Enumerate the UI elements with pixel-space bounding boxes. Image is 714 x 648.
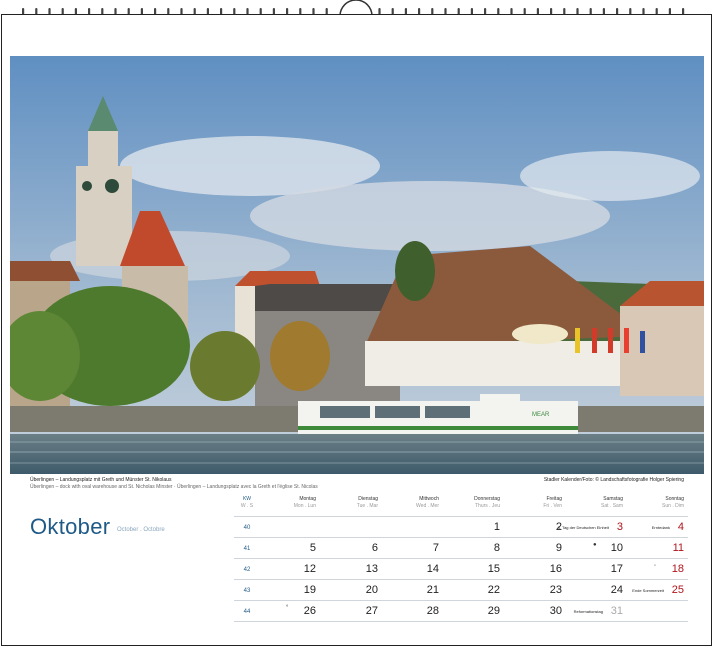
weekday-header: Donnerstag Thurs . Jeu: [440, 496, 500, 516]
week-row: 40 1 2 3 3. Tag der Deutschen Einheit 4 Ernted…: [234, 516, 688, 538]
day-cell[interactable]: 8: [464, 542, 500, 554]
boat-name: MEAR: [532, 412, 550, 418]
weekday-translation: Fri . Ven: [543, 503, 562, 509]
day-cell[interactable]: 21: [403, 584, 439, 596]
weekday-name: Mittwoch: [419, 496, 439, 502]
moon-phase-icon: °: [286, 605, 289, 611]
week-row: 42 12 13 14 15 16 17 18: [234, 558, 688, 580]
weekday-header: Dienstag Tue . Mar: [318, 496, 378, 516]
day-cell[interactable]: 12: [280, 563, 316, 575]
weekday-header: Samstag Sat . Sam: [563, 496, 623, 516]
day-cell[interactable]: 13: [342, 563, 378, 575]
day-cell[interactable]: 11: [648, 542, 684, 554]
day-cell[interactable]: 27: [342, 605, 378, 617]
day-cell[interactable]: 14: [403, 563, 439, 575]
weekday-header: Freitag Fri . Ven: [502, 496, 562, 516]
moon-phase-icon: ●: [593, 542, 597, 548]
moon-phase-icon: ◦: [654, 563, 657, 569]
day-cell[interactable]: 5: [280, 542, 316, 554]
caption-translation: Überlingen – dock with oval warehouse an…: [30, 484, 318, 490]
week-row: 44 26 27 28 29 30 31 Reformationstag: [234, 600, 688, 622]
weekday-name: Dienstag: [358, 496, 378, 502]
day-cell[interactable]: 19: [280, 584, 316, 596]
weekday-name: Montag: [299, 496, 316, 502]
month-subtitle: October . Octobre: [117, 527, 165, 533]
weekday-name: Donnerstag: [474, 496, 500, 502]
weekday-name: Samstag: [603, 496, 623, 502]
holiday-note: Erntedank: [651, 525, 670, 530]
day-cell[interactable]: 20: [342, 584, 378, 596]
weekday-name: Freitag: [546, 496, 562, 502]
month-title: Oktober: [30, 514, 111, 539]
day-cell[interactable]: 1: [464, 521, 500, 533]
week-row: 41 5 6 7 8 9 10 11: [234, 537, 688, 559]
weekday-translation: Sat . Sam: [601, 503, 623, 509]
day-cell[interactable]: 7: [403, 542, 439, 554]
week-number: 43: [243, 588, 251, 594]
grid-bottom-rule: [234, 621, 688, 622]
weekday-translation: Sun . Dim: [662, 503, 684, 509]
calendar-photo: MEAR: [10, 56, 704, 474]
weekday-header: Montag Mon . Lun: [256, 496, 316, 516]
holiday-note: Ende Sommerzeit: [632, 588, 664, 593]
day-cell[interactable]: 16: [526, 563, 562, 575]
week-number: 42: [243, 567, 251, 573]
weekday-translation: Thurs . Jeu: [474, 503, 500, 509]
week-number: 41: [243, 546, 251, 552]
weekday-translation: Wed . Mer: [416, 503, 439, 509]
weekday-translation: Mon . Lun: [293, 503, 316, 509]
day-cell[interactable]: 9: [526, 542, 562, 554]
holiday-note: Reformationstag: [573, 609, 603, 614]
day-cell[interactable]: 17: [587, 563, 623, 575]
day-cell[interactable]: 28: [403, 605, 439, 617]
day-cell[interactable]: 29: [464, 605, 500, 617]
caption-title: Überlingen – Landungsplatz mit Greth und…: [30, 477, 172, 483]
week-number: 40: [243, 525, 251, 531]
day-cell[interactable]: 15: [464, 563, 500, 575]
photo-credit: Stadler Kalender/Foto: © Landschaftsfoto…: [543, 477, 684, 483]
holiday-note: 3. Tag der Deutschen Einheit: [557, 525, 609, 530]
day-cell[interactable]: 22: [464, 584, 500, 596]
photo-caption: Überlingen – Landungsplatz mit Greth und…: [30, 477, 318, 491]
weekday-translation: Tue . Mar: [356, 503, 378, 509]
day-cell[interactable]: 6: [342, 542, 378, 554]
weekday-name: Sonntag: [665, 496, 684, 502]
week-row: 43 19 20 21 22 23 24 25 Ende Sommerzeit: [234, 579, 688, 601]
weekday-header: Mittwoch Wed . Mer: [379, 496, 439, 516]
weekday-header: Sonntag Sun . Dim: [624, 496, 684, 516]
week-number: 44: [243, 609, 251, 615]
day-cell[interactable]: 23: [526, 584, 562, 596]
